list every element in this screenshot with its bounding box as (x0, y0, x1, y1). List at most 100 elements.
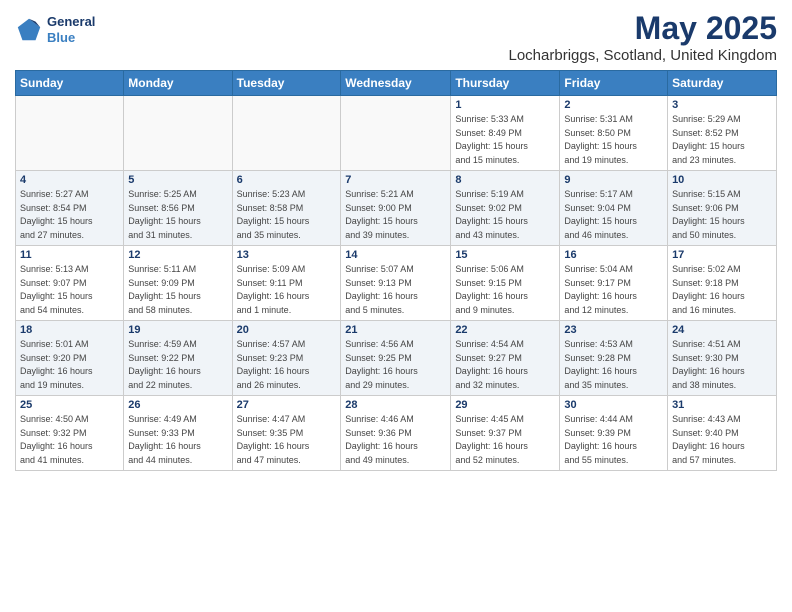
title-block: May 2025 Locharbriggs, Scotland, United … (509, 10, 778, 64)
day-info: Sunrise: 5:01 AM Sunset: 9:20 PM Dayligh… (20, 338, 119, 392)
calendar-cell: 31 Sunrise: 4:43 AM Sunset: 9:40 PM Dayli… (668, 396, 777, 471)
day-info: Sunrise: 4:50 AM Sunset: 9:32 PM Dayligh… (20, 413, 119, 467)
weekday-header-saturday: Saturday (668, 71, 777, 96)
day-number: 13 (237, 249, 337, 261)
calendar-week-4: 18 Sunrise: 5:01 AM Sunset: 9:20 PM Dayli… (16, 321, 777, 396)
calendar-cell: 23Sunrise: 4:53 AM Sunset: 9:28 PM Dayli… (560, 321, 668, 396)
day-info: Sunrise: 4:43 AM Sunset: 9:40 PM Dayligh… (672, 413, 772, 467)
calendar-cell: 4Sunrise: 5:27 AM Sunset: 8:54 PM Daylig… (16, 171, 124, 246)
day-number: 8 (455, 174, 555, 186)
day-info: Sunrise: 5:15 AM Sunset: 9:06 PM Dayligh… (672, 188, 772, 242)
day-info: Sunrise: 5:31 AM Sunset: 8:50 PM Dayligh… (564, 113, 663, 167)
calendar-cell (341, 96, 451, 171)
day-info: Sunrise: 4:47 AM Sunset: 9:35 PM Dayligh… (237, 413, 337, 467)
location-title: Locharbriggs, Scotland, United Kingdom (509, 47, 778, 64)
calendar-cell: 9 Sunrise: 5:17 AM Sunset: 9:04 PM Daylig… (560, 171, 668, 246)
day-info: Sunrise: 4:46 AM Sunset: 9:36 PM Dayligh… (345, 413, 446, 467)
day-info: Sunrise: 5:07 AM Sunset: 9:13 PM Dayligh… (345, 263, 446, 317)
calendar-cell: 30 Sunrise: 4:44 AM Sunset: 9:39 PM Dayli… (560, 396, 668, 471)
day-number: 2 (564, 99, 663, 111)
calendar-cell: 29 Sunrise: 4:45 AM Sunset: 9:37 PM Dayli… (451, 396, 560, 471)
day-number: 4 (20, 174, 119, 186)
day-info: Sunrise: 4:44 AM Sunset: 9:39 PM Dayligh… (564, 413, 663, 467)
calendar-cell: 24 Sunrise: 4:51 AM Sunset: 9:30 PM Dayli… (668, 321, 777, 396)
day-info: Sunrise: 5:13 AM Sunset: 9:07 PM Dayligh… (20, 263, 119, 317)
calendar-table: SundayMondayTuesdayWednesdayThursdayFrid… (15, 70, 777, 471)
day-info: Sunrise: 4:54 AM Sunset: 9:27 PM Dayligh… (455, 338, 555, 392)
day-info: Sunrise: 5:19 AM Sunset: 9:02 PM Dayligh… (455, 188, 555, 242)
calendar-week-5: 25 Sunrise: 4:50 AM Sunset: 9:32 PM Dayli… (16, 396, 777, 471)
day-info: Sunrise: 5:25 AM Sunset: 8:56 PM Dayligh… (128, 188, 227, 242)
calendar-cell: 2 Sunrise: 5:31 AM Sunset: 8:50 PM Daylig… (560, 96, 668, 171)
day-number: 22 (455, 324, 555, 336)
calendar-cell (124, 96, 232, 171)
day-number: 10 (672, 174, 772, 186)
day-info: Sunrise: 5:04 AM Sunset: 9:17 PM Dayligh… (564, 263, 663, 317)
day-info: Sunrise: 5:02 AM Sunset: 9:18 PM Dayligh… (672, 263, 772, 317)
calendar-cell: 16 Sunrise: 5:04 AM Sunset: 9:17 PM Dayli… (560, 246, 668, 321)
day-number: 31 (672, 399, 772, 411)
calendar-week-2: 4Sunrise: 5:27 AM Sunset: 8:54 PM Daylig… (16, 171, 777, 246)
day-info: Sunrise: 4:59 AM Sunset: 9:22 PM Dayligh… (128, 338, 227, 392)
day-number: 21 (345, 324, 446, 336)
weekday-header-monday: Monday (124, 71, 232, 96)
calendar-cell (16, 96, 124, 171)
logo-icon (15, 16, 43, 44)
weekday-header-thursday: Thursday (451, 71, 560, 96)
day-number: 20 (237, 324, 337, 336)
weekday-header-tuesday: Tuesday (232, 71, 341, 96)
calendar-cell: 18 Sunrise: 5:01 AM Sunset: 9:20 PM Dayli… (16, 321, 124, 396)
day-number: 1 (455, 99, 555, 111)
day-info: Sunrise: 4:45 AM Sunset: 9:37 PM Dayligh… (455, 413, 555, 467)
day-number: 24 (672, 324, 772, 336)
day-info: Sunrise: 5:17 AM Sunset: 9:04 PM Dayligh… (564, 188, 663, 242)
calendar-cell: 8 Sunrise: 5:19 AM Sunset: 9:02 PM Daylig… (451, 171, 560, 246)
calendar-week-3: 11 Sunrise: 5:13 AM Sunset: 9:07 PM Dayli… (16, 246, 777, 321)
calendar-cell: 1Sunrise: 5:33 AM Sunset: 8:49 PM Daylig… (451, 96, 560, 171)
calendar-cell: 20 Sunrise: 4:57 AM Sunset: 9:23 PM Dayli… (232, 321, 341, 396)
day-info: Sunrise: 5:29 AM Sunset: 8:52 PM Dayligh… (672, 113, 772, 167)
day-number: 16 (564, 249, 663, 261)
weekday-header-sunday: Sunday (16, 71, 124, 96)
day-number: 9 (564, 174, 663, 186)
day-info: Sunrise: 5:23 AM Sunset: 8:58 PM Dayligh… (237, 188, 337, 242)
day-number: 5 (128, 174, 227, 186)
day-number: 26 (128, 399, 227, 411)
day-number: 30 (564, 399, 663, 411)
calendar-cell: 17 Sunrise: 5:02 AM Sunset: 9:18 PM Dayli… (668, 246, 777, 321)
day-number: 28 (345, 399, 446, 411)
day-number: 25 (20, 399, 119, 411)
day-number: 29 (455, 399, 555, 411)
day-number: 6 (237, 174, 337, 186)
calendar-cell: 13Sunrise: 5:09 AM Sunset: 9:11 PM Dayli… (232, 246, 341, 321)
day-number: 11 (20, 249, 119, 261)
calendar-cell: 22 Sunrise: 4:54 AM Sunset: 9:27 PM Dayli… (451, 321, 560, 396)
day-info: Sunrise: 5:06 AM Sunset: 9:15 PM Dayligh… (455, 263, 555, 317)
calendar-cell: 11 Sunrise: 5:13 AM Sunset: 9:07 PM Dayli… (16, 246, 124, 321)
weekday-header-row: SundayMondayTuesdayWednesdayThursdayFrid… (16, 71, 777, 96)
weekday-header-wednesday: Wednesday (341, 71, 451, 96)
calendar-cell: 3 Sunrise: 5:29 AM Sunset: 8:52 PM Daylig… (668, 96, 777, 171)
day-info: Sunrise: 4:56 AM Sunset: 9:25 PM Dayligh… (345, 338, 446, 392)
calendar-cell: 15 Sunrise: 5:06 AM Sunset: 9:15 PM Dayli… (451, 246, 560, 321)
weekday-header-friday: Friday (560, 71, 668, 96)
calendar-cell: 28 Sunrise: 4:46 AM Sunset: 9:36 PM Dayli… (341, 396, 451, 471)
day-number: 15 (455, 249, 555, 261)
calendar-cell: 7Sunrise: 5:21 AM Sunset: 9:00 PM Daylig… (341, 171, 451, 246)
month-title: May 2025 (509, 10, 778, 47)
day-number: 17 (672, 249, 772, 261)
calendar-cell: 5 Sunrise: 5:25 AM Sunset: 8:56 PM Daylig… (124, 171, 232, 246)
day-number: 12 (128, 249, 227, 261)
day-info: Sunrise: 4:57 AM Sunset: 9:23 PM Dayligh… (237, 338, 337, 392)
day-number: 3 (672, 99, 772, 111)
calendar-cell: 21 Sunrise: 4:56 AM Sunset: 9:25 PM Dayli… (341, 321, 451, 396)
day-number: 18 (20, 324, 119, 336)
day-number: 23 (564, 324, 663, 336)
day-info: Sunrise: 4:49 AM Sunset: 9:33 PM Dayligh… (128, 413, 227, 467)
day-info: Sunrise: 4:51 AM Sunset: 9:30 PM Dayligh… (672, 338, 772, 392)
calendar-cell: 25 Sunrise: 4:50 AM Sunset: 9:32 PM Dayli… (16, 396, 124, 471)
day-info: Sunrise: 5:21 AM Sunset: 9:00 PM Dayligh… (345, 188, 446, 242)
day-number: 14 (345, 249, 446, 261)
calendar-cell: 14 Sunrise: 5:07 AM Sunset: 9:13 PM Dayli… (341, 246, 451, 321)
calendar-cell: 10 Sunrise: 5:15 AM Sunset: 9:06 PM Dayli… (668, 171, 777, 246)
